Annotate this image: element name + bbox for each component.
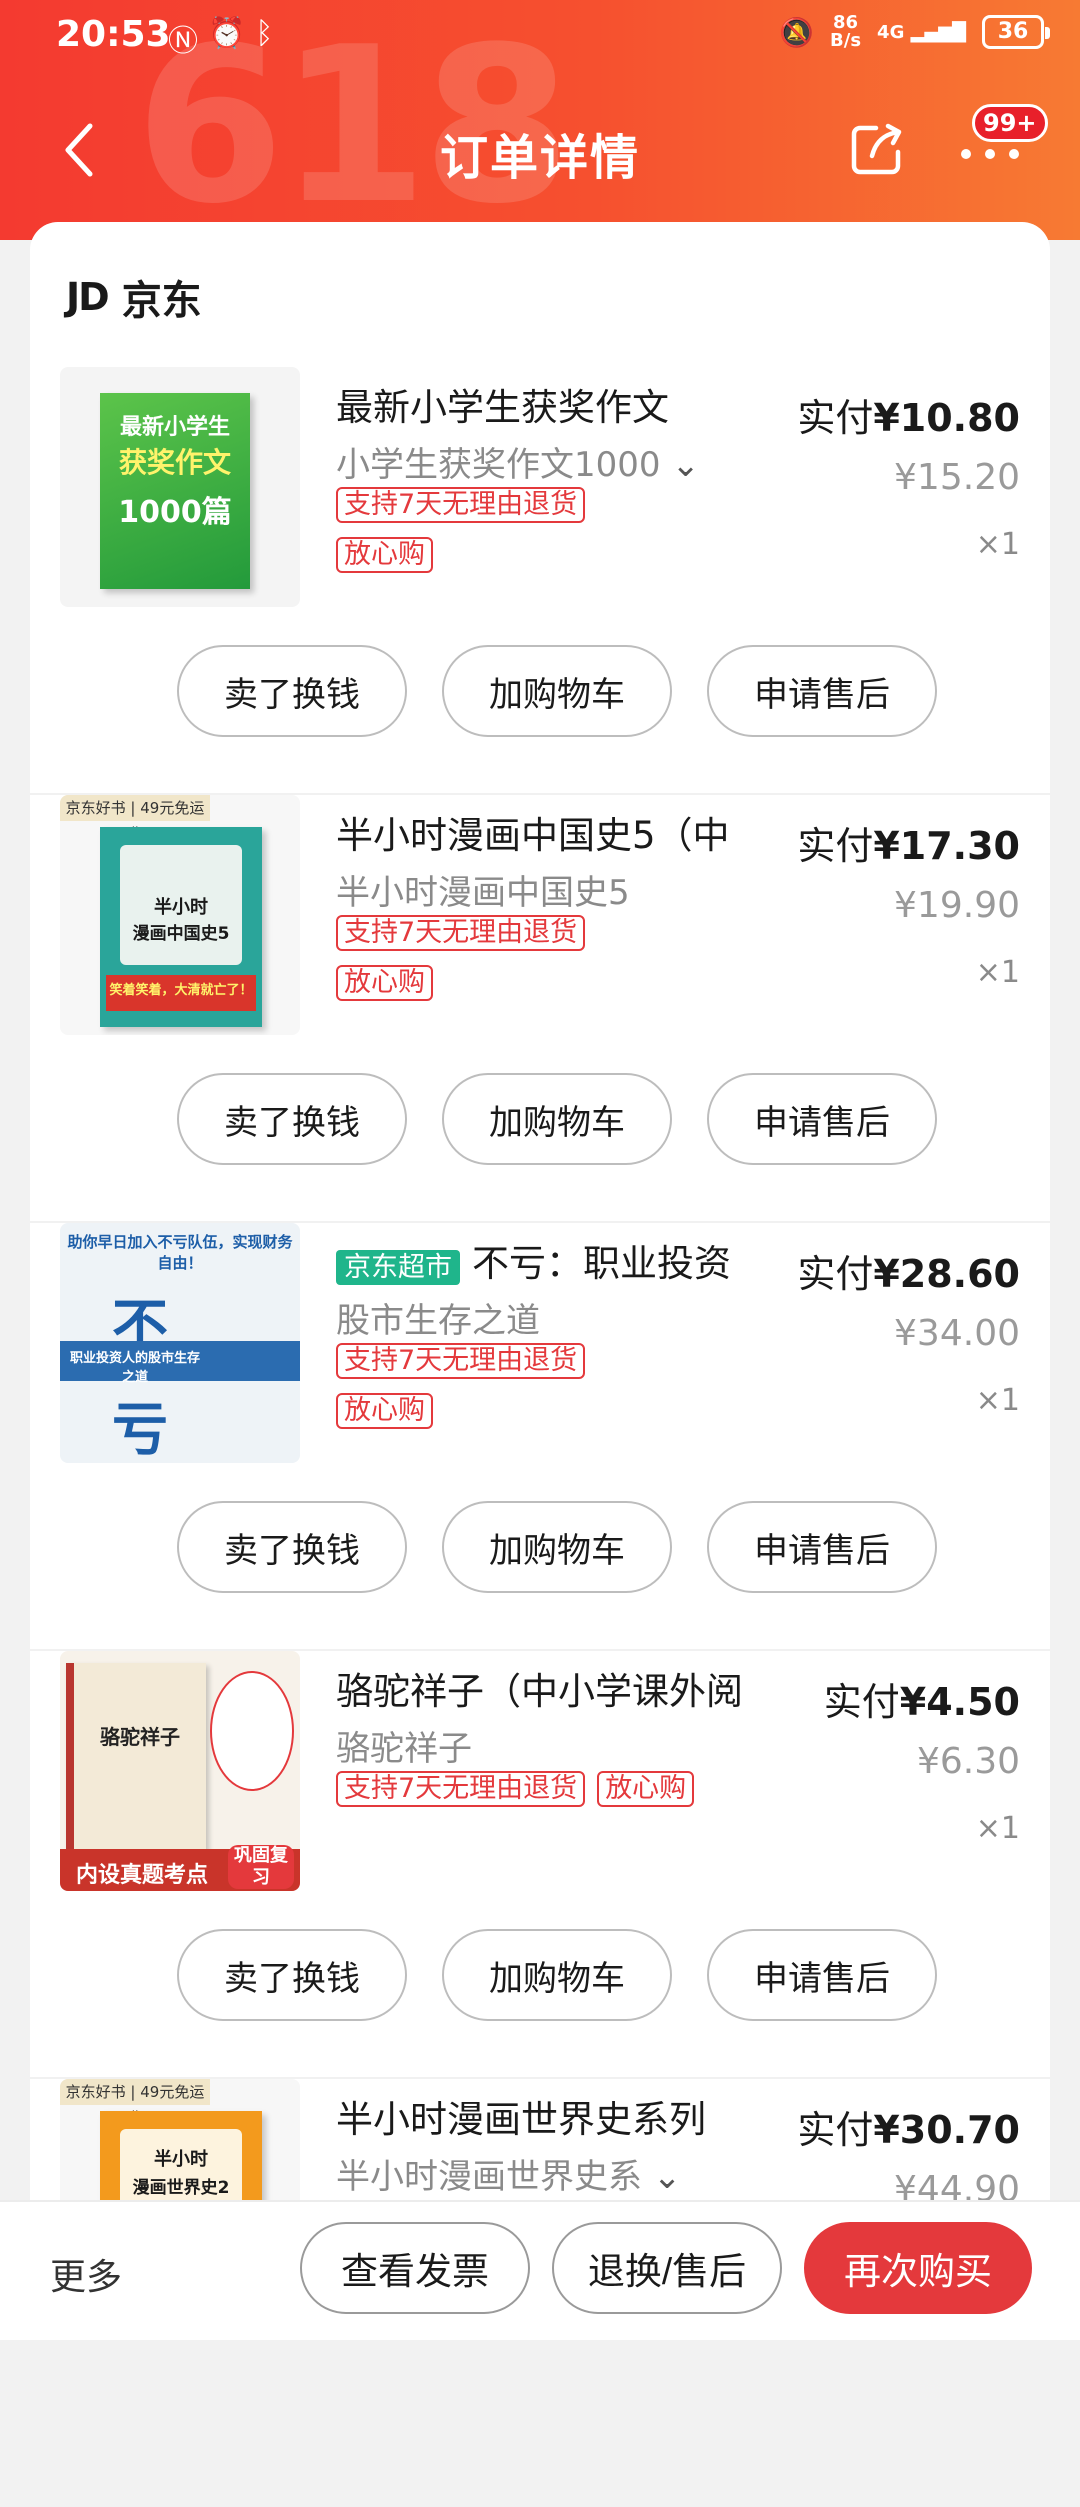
mute-icon: 🔕 xyxy=(779,15,815,49)
nfc-icon: Ⓝ xyxy=(168,24,198,59)
more-icon[interactable] xyxy=(958,144,1022,164)
shop-header[interactable]: JD 京东 xyxy=(66,268,202,326)
product-spec[interactable]: 半小时漫画世界史系 ⌄ xyxy=(336,2149,681,2198)
after-sale-button[interactable]: 申请售后 xyxy=(707,1073,937,1165)
product-title[interactable]: 骆驼祥子（中小学课外阅 xyxy=(336,1661,786,1715)
assurance-tag: 放心购 xyxy=(336,537,433,573)
sell-button[interactable]: 卖了换钱 xyxy=(177,1073,407,1165)
bluetooth-icon: ᛒ xyxy=(255,16,274,51)
product-title[interactable]: 半小时漫画中国史5（中 xyxy=(336,805,786,859)
after-sale-button[interactable]: 申请售后 xyxy=(707,645,937,737)
product-title[interactable]: 半小时漫画世界史系列 xyxy=(336,2089,786,2143)
signal-icon: 4G ▂▄▆█ xyxy=(877,21,966,43)
product-spec[interactable]: 半小时漫画中国史5 xyxy=(336,865,630,914)
bottom-action-bar: 更多 查看发票 退换/售后 再次购买 xyxy=(0,2200,1080,2340)
paid-price: 实付¥10.80 xyxy=(797,396,1020,440)
nav-bar: 订单详情 99+ xyxy=(0,80,1080,220)
product-image[interactable]: 京东好书 | 49元免运费 半小时 漫画中国史5 笑着笑着，大清就亡了！ xyxy=(60,795,300,1035)
jd-supermarket-tag: 京东超市 xyxy=(336,1250,460,1285)
battery-icon: 36 xyxy=(982,15,1050,49)
paid-price: 实付¥17.30 xyxy=(797,824,1020,868)
share-icon[interactable] xyxy=(848,120,906,178)
add-cart-button[interactable]: 加购物车 xyxy=(442,645,672,737)
order-item: 助你早日加入不亏队伍，实现财务自由！ 不 职业投资人的股市生存之道 亏 京东超市… xyxy=(30,1223,1050,1651)
product-title[interactable]: 京东超市 不亏：职业投资 xyxy=(336,1233,786,1287)
quantity: ×1 xyxy=(975,955,1020,990)
return-aftersale-button[interactable]: 退换/售后 xyxy=(552,2222,782,2314)
after-sale-button[interactable]: 申请售后 xyxy=(707,1501,937,1593)
more-button[interactable]: 更多 xyxy=(50,2248,122,2300)
paid-price: 实付¥30.70 xyxy=(797,2108,1020,2152)
alarm-icon: ⏰ xyxy=(208,16,246,51)
order-item: 最新小学生 获奖作文 1000篇 最新小学生获奖作文 小学生获奖作文1000 ⌄… xyxy=(30,367,1050,795)
product-spec[interactable]: 股市生存之道 xyxy=(336,1293,540,1342)
original-price: ¥34.00 xyxy=(894,1313,1020,1354)
return-tag: 支持7天无理由退货 xyxy=(336,487,586,523)
add-cart-button[interactable]: 加购物车 xyxy=(442,1929,672,2021)
return-tag: 支持7天无理由退货 xyxy=(336,1771,586,1807)
assurance-tag: 放心购 xyxy=(336,965,433,1001)
notification-badge: 99+ xyxy=(972,104,1048,142)
header: 618 20:53 Ⓝ ⏰ ᛒ 🔕 86 B/s 4G ▂▄▆█ 36 订单详情 xyxy=(0,0,1080,240)
product-spec[interactable]: 骆驼祥子 xyxy=(336,1721,472,1770)
order-item: 京东好书 | 49元免运费 半小时 漫画中国史5 笑着笑着，大清就亡了！ 半小时… xyxy=(30,795,1050,1223)
original-price: ¥6.30 xyxy=(916,1741,1020,1782)
shop-name: 京东 xyxy=(121,278,202,324)
product-title[interactable]: 最新小学生获奖作文 xyxy=(336,377,786,431)
service-tags: 支持7天无理由退货 xyxy=(336,487,806,523)
chevron-down-icon: ⌄ xyxy=(652,2157,682,2197)
assurance-tag: 放心购 xyxy=(597,1771,695,1807)
order-card: JD 京东 最新小学生 获奖作文 1000篇 最新小学生获奖作文 小学生获奖作文… xyxy=(30,222,1050,2319)
return-tag: 支持7天无理由退货 xyxy=(336,1343,586,1379)
add-cart-button[interactable]: 加购物车 xyxy=(442,1501,672,1593)
buy-again-button[interactable]: 再次购买 xyxy=(804,2222,1032,2314)
sell-button[interactable]: 卖了换钱 xyxy=(177,1501,407,1593)
assurance-tag: 放心购 xyxy=(336,1393,433,1429)
quantity: ×1 xyxy=(975,527,1020,562)
quantity: ×1 xyxy=(975,1811,1020,1846)
page-title: 订单详情 xyxy=(439,130,640,186)
paid-price: 实付¥4.50 xyxy=(823,1680,1020,1724)
view-invoice-button[interactable]: 查看发票 xyxy=(300,2222,530,2314)
sell-button[interactable]: 卖了换钱 xyxy=(177,1929,407,2021)
quantity: ×1 xyxy=(975,1383,1020,1418)
add-cart-button[interactable]: 加购物车 xyxy=(442,1073,672,1165)
net-speed: 86 B/s xyxy=(830,12,862,51)
original-price: ¥15.20 xyxy=(894,457,1020,498)
chevron-down-icon: ⌄ xyxy=(671,445,700,485)
order-item: 骆驼祥子 内设真题考点 巩固复习 骆驼祥子（中小学课外阅 骆驼祥子 支持7天无理… xyxy=(30,1651,1050,2079)
paid-price: 实付¥28.60 xyxy=(797,1252,1020,1296)
jd-logo: JD xyxy=(66,275,110,319)
product-image[interactable]: 骆驼祥子 内设真题考点 巩固复习 xyxy=(60,1651,300,1891)
product-spec[interactable]: 小学生获奖作文1000 ⌄ xyxy=(336,437,700,486)
product-image[interactable]: 助你早日加入不亏队伍，实现财务自由！ 不 职业投资人的股市生存之道 亏 xyxy=(60,1223,300,1463)
sell-button[interactable]: 卖了换钱 xyxy=(177,645,407,737)
product-image[interactable]: 最新小学生 获奖作文 1000篇 xyxy=(60,367,300,607)
status-bar: 20:53 Ⓝ ⏰ ᛒ 🔕 86 B/s 4G ▂▄▆█ 36 xyxy=(0,0,1080,80)
return-tag: 支持7天无理由退货 xyxy=(336,915,586,951)
after-sale-button[interactable]: 申请售后 xyxy=(707,1929,937,2021)
status-time: 20:53 xyxy=(56,14,171,55)
original-price: ¥19.90 xyxy=(894,885,1020,926)
